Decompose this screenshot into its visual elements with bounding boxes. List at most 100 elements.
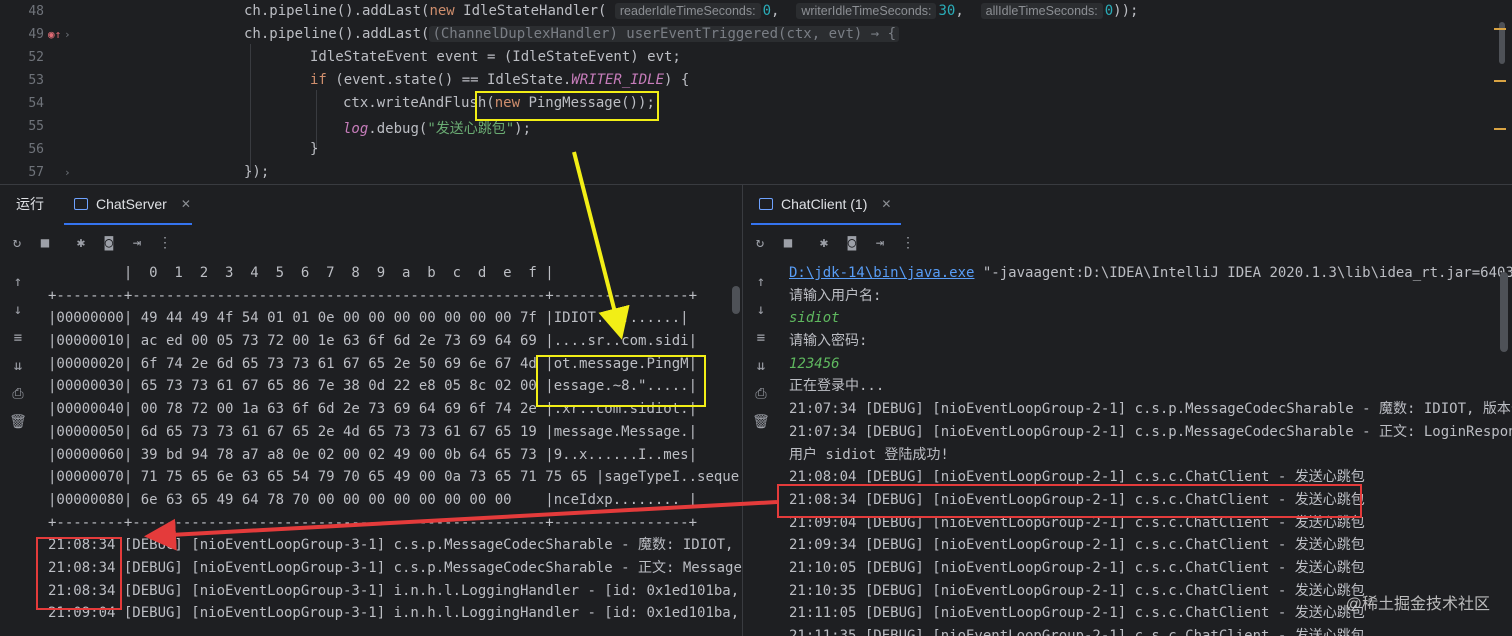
code-token: ) { xyxy=(664,72,690,88)
watermark: @稀土掘金技术社区 xyxy=(1345,596,1490,613)
param-hint: allIdleTimeSeconds: xyxy=(980,3,1103,19)
console-line: |00000070| 71 75 65 6e 63 65 54 79 70 65… xyxy=(48,469,742,486)
java-args: "-javaagent:D:\IDEA\IntelliJ IDEA 2020.1… xyxy=(974,265,1512,281)
console-line: 正在登录中... xyxy=(789,378,885,395)
print-icon[interactable]: ⎙ xyxy=(743,380,779,408)
arrow-down-icon[interactable]: ↓ xyxy=(743,296,779,324)
highlight-box-server-times xyxy=(36,537,122,610)
tab-chatclient[interactable]: ChatClient (1) ✕ xyxy=(759,185,891,223)
scroll-end-icon[interactable]: ⇊ xyxy=(743,352,779,380)
run-section-label: 运行 xyxy=(16,196,44,212)
tab-bar: ChatClient (1) ✕ xyxy=(743,184,1512,225)
fold-chevron-icon[interactable]: › xyxy=(64,28,71,41)
close-icon[interactable]: ✕ xyxy=(181,197,191,211)
console-line: |00000010| ac ed 00 05 73 72 00 1e 63 6f… xyxy=(48,333,698,350)
override-gutter-icon[interactable]: ◉↑ xyxy=(48,28,61,41)
line-number: 57 xyxy=(28,165,44,180)
console-line: |00000060| 39 bd 94 78 a7 a8 0e 02 00 02… xyxy=(48,446,698,463)
console-line: 21:09:04 [DEBUG] [nioEventLoopGroup-3-1]… xyxy=(48,605,742,622)
console-icon xyxy=(759,198,773,210)
line-number: 52 xyxy=(28,50,44,65)
line-number: 49 xyxy=(28,27,44,42)
code-token: ch.pipeline().addLast( xyxy=(244,3,430,19)
camera-icon[interactable]: ◙ xyxy=(841,232,863,254)
exit-icon[interactable]: ⇥ xyxy=(126,232,148,254)
tab-chatserver[interactable]: ChatServer ✕ xyxy=(74,185,191,223)
command-line: D:\jdk-14\bin\java.exe "-javaagent:D:\ID… xyxy=(789,262,1512,285)
camera-icon[interactable]: ◙ xyxy=(98,232,120,254)
code-editor[interactable]: 48 49 52 53 54 55 56 57 ◉↑ › › ch.pipeli… xyxy=(0,0,1512,184)
keyword: new xyxy=(429,3,455,19)
number-literal: 0 xyxy=(1104,3,1114,19)
print-icon[interactable]: ⎙ xyxy=(0,380,36,408)
run-panel-chatclient: ChatClient (1) ✕ ↻ ■ ✱ ◙ ⇥ ⋮ ↑ ↓ ≡ ⇊ ⎙ 🗑… xyxy=(743,184,1512,636)
console-line: 请输入用户名: xyxy=(789,287,882,304)
highlight-box-pingmessage xyxy=(536,355,706,407)
more-icon[interactable]: ⋮ xyxy=(154,232,176,254)
code-token: ); xyxy=(514,121,532,137)
arrow-up-icon[interactable]: ↑ xyxy=(743,268,779,296)
console-line: 21:07:34 [DEBUG] [nioEventLoopGroup-2-1]… xyxy=(789,401,1512,418)
rerun-icon[interactable]: ↻ xyxy=(6,232,28,254)
param-hint: readerIdleTimeSeconds: xyxy=(614,3,761,19)
console-line: 21:08:34 [DEBUG] [nioEventLoopGroup-3-1]… xyxy=(48,582,742,599)
code-line-55: log.debug("发送心跳包"); xyxy=(343,118,531,138)
indent-guide xyxy=(250,44,251,174)
java-path-link[interactable]: D:\jdk-14\bin\java.exe xyxy=(789,265,974,281)
error-stripe-mark[interactable] xyxy=(1494,128,1506,130)
console-line: +--------+------------------------------… xyxy=(48,514,698,531)
debug-icon[interactable]: ✱ xyxy=(70,232,92,254)
number-literal: 30 xyxy=(938,3,956,19)
code-token: (event.state() == IdleState. xyxy=(326,72,572,88)
error-stripe-mark[interactable] xyxy=(1494,80,1506,82)
tab-bar: 运行 ChatServer ✕ xyxy=(0,184,742,225)
rerun-icon[interactable]: ↻ xyxy=(749,232,771,254)
tab-label: ChatServer xyxy=(96,196,167,212)
console-line: 请输入密码: xyxy=(789,333,868,350)
active-tab-indicator xyxy=(751,223,901,225)
code-line-52: IdleStateEvent event = (IdleStateEvent) … xyxy=(310,49,681,65)
code-line-48: ch.pipeline().addLast(new IdleStateHandl… xyxy=(244,3,1139,19)
keyword: if xyxy=(310,72,327,88)
code-token: .debug( xyxy=(368,121,428,137)
console-sidebar: ↑ ↓ ≡ ⇊ ⎙ 🗑 xyxy=(743,262,779,636)
stop-icon[interactable]: ■ xyxy=(777,232,799,254)
code-line-57: }); xyxy=(244,164,270,180)
console-output[interactable]: D:\jdk-14\bin\java.exe "-javaagent:D:\ID… xyxy=(789,262,1512,636)
code-line-49: ch.pipeline().addLast((ChannelDuplexHand… xyxy=(244,26,900,42)
console-scrollbar[interactable] xyxy=(732,286,740,314)
wrap-icon[interactable]: ≡ xyxy=(0,324,36,352)
highlight-box-client-heartbeat xyxy=(777,484,1362,518)
close-icon[interactable]: ✕ xyxy=(881,197,891,211)
error-stripe-mark[interactable] xyxy=(1494,28,1506,30)
user-input-line: sidiot xyxy=(789,310,840,327)
enum-constant: WRITER_IDLE xyxy=(571,72,665,88)
line-number: 48 xyxy=(28,4,44,19)
scroll-end-icon[interactable]: ⇊ xyxy=(0,352,36,380)
more-icon[interactable]: ⋮ xyxy=(897,232,919,254)
console-output[interactable]: | 0 1 2 3 4 5 6 7 8 9 a b c d e f | +---… xyxy=(48,262,742,636)
number-literal: 0 xyxy=(762,3,772,19)
folded-lambda[interactable]: (ChannelDuplexHandler) userEventTriggere… xyxy=(429,26,900,42)
console-line: | 0 1 2 3 4 5 6 7 8 9 a b c d e f | xyxy=(48,265,554,281)
console-scrollbar[interactable] xyxy=(1500,272,1508,352)
active-tab-indicator xyxy=(64,223,192,225)
debug-icon[interactable]: ✱ xyxy=(813,232,835,254)
trash-icon[interactable]: 🗑 xyxy=(743,408,779,436)
arrow-down-icon[interactable]: ↓ xyxy=(0,296,36,324)
editor-gutter: 48 49 52 53 54 55 56 57 ◉↑ › › xyxy=(0,0,78,184)
field-token: log xyxy=(343,121,369,137)
run-toolbar: ↻ ■ ✱ ◙ ⇥ ⋮ xyxy=(0,226,742,260)
console-icon xyxy=(74,198,88,210)
exit-icon[interactable]: ⇥ xyxy=(869,232,891,254)
fold-chevron-icon[interactable]: › xyxy=(64,166,71,179)
arrow-up-icon[interactable]: ↑ xyxy=(0,268,36,296)
string-literal: "发送心跳包" xyxy=(427,121,515,137)
console-line: 21:08:34 [DEBUG] [nioEventLoopGroup-3-1]… xyxy=(48,537,742,554)
line-number: 54 xyxy=(28,96,44,111)
wrap-icon[interactable]: ≡ xyxy=(743,324,779,352)
console-line: 21:07:34 [DEBUG] [nioEventLoopGroup-2-1]… xyxy=(789,423,1512,440)
code-line-56: } xyxy=(310,141,319,157)
trash-icon[interactable]: 🗑 xyxy=(0,408,36,436)
stop-icon[interactable]: ■ xyxy=(34,232,56,254)
